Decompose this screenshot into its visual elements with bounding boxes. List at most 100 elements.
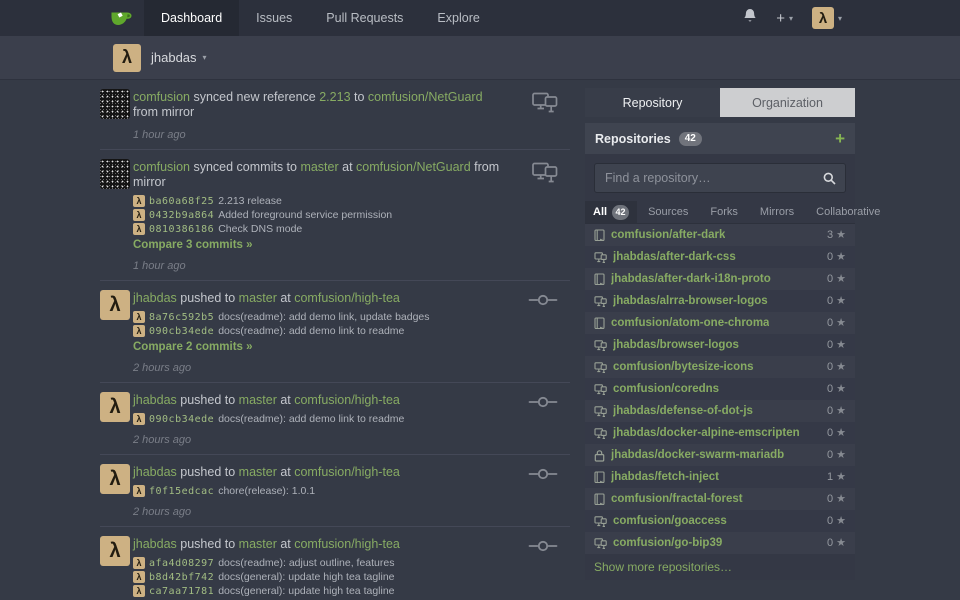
- repo-name-link[interactable]: jhabdas/fetch-inject: [611, 471, 719, 483]
- feed-link[interactable]: comfusion/NetGuard: [368, 90, 483, 104]
- repo-row[interactable]: jhabdas/after-dark-i18n-proto0★: [585, 268, 855, 290]
- feed-link[interactable]: master: [239, 537, 277, 551]
- compare-commits-link[interactable]: Compare 3 commits »: [133, 239, 506, 251]
- repo-row[interactable]: jhabdas/defense-of-dot-js0★: [585, 400, 855, 422]
- repo-name-link[interactable]: comfusion/go-bip39: [613, 537, 722, 549]
- repo-star-count: 0★: [827, 251, 846, 263]
- commit-hash[interactable]: ca7aa71781: [149, 586, 214, 597]
- star-icon: ★: [836, 428, 846, 439]
- repo-row[interactable]: comfusion/bytesize-icons0★: [585, 356, 855, 378]
- feed-link[interactable]: 2.213: [319, 90, 350, 104]
- repo-name-link[interactable]: comfusion/bytesize-icons: [613, 361, 754, 373]
- compare-commits-link[interactable]: Compare 2 commits »: [133, 341, 506, 353]
- repo-row[interactable]: comfusion/after-dark3★: [585, 224, 855, 246]
- repo-row[interactable]: jhabdas/docker-swarm-mariadb0★: [585, 444, 855, 466]
- feed-link[interactable]: comfusion/high-tea: [294, 537, 400, 551]
- repo-row[interactable]: comfusion/fractal-forest0★: [585, 488, 855, 510]
- commit-hash[interactable]: 090cb34ede: [149, 326, 214, 337]
- new-menu-button[interactable]: + ▾: [776, 11, 793, 26]
- repo-name-link[interactable]: jhabdas/alrra-browser-logos: [613, 295, 768, 307]
- actor-avatar[interactable]: λ: [100, 392, 130, 422]
- actor-avatar[interactable]: λ: [100, 464, 130, 494]
- repo-name-link[interactable]: comfusion/coredns: [613, 383, 719, 395]
- feed-body: comfusion synced commits to master at co…: [133, 158, 506, 272]
- repo-row[interactable]: jhabdas/alrra-browser-logos0★: [585, 290, 855, 312]
- nav-item-explore[interactable]: Explore: [420, 0, 496, 36]
- content: comfusion synced new reference 2.213 to …: [0, 80, 960, 599]
- feed-link[interactable]: jhabdas: [133, 393, 177, 407]
- repo-row[interactable]: jhabdas/after-dark-css 0★: [585, 246, 855, 268]
- context-username[interactable]: jhabdas: [151, 50, 197, 65]
- show-more-link[interactable]: Show more repositories…: [585, 554, 855, 580]
- actor-avatar[interactable]: [100, 159, 130, 189]
- repo-name-link[interactable]: comfusion/fractal-forest: [611, 493, 743, 505]
- feed-link[interactable]: master: [239, 465, 277, 479]
- new-repo-button[interactable]: +: [835, 130, 845, 147]
- repo-name-link[interactable]: jhabdas/after-dark-css: [613, 251, 736, 263]
- commit-hash[interactable]: b8d42bf742: [149, 572, 214, 583]
- context-bar: λ jhabdas ▾: [0, 36, 960, 80]
- repo-name-link[interactable]: comfusion/goaccess: [613, 515, 727, 527]
- feed-link[interactable]: jhabdas: [133, 465, 177, 479]
- repo-row[interactable]: comfusion/atom-one-chroma0★: [585, 312, 855, 334]
- filter-sources[interactable]: Sources: [637, 201, 699, 223]
- repo-name-link[interactable]: jhabdas/docker-alpine-emscripten: [613, 427, 800, 439]
- actor-avatar[interactable]: [100, 89, 130, 119]
- repo-name-link[interactable]: comfusion/after-dark: [611, 229, 725, 241]
- repo-name-link[interactable]: jhabdas/defense-of-dot-js: [613, 405, 753, 417]
- filter-collaborative[interactable]: Collaborative: [805, 201, 891, 223]
- repo-row[interactable]: comfusion/go-bip390★: [585, 532, 855, 554]
- chevron-down-icon[interactable]: ▾: [203, 53, 207, 62]
- star-count-value: 0: [827, 273, 833, 285]
- actor-avatar[interactable]: λ: [100, 290, 130, 320]
- repo-row[interactable]: jhabdas/browser-logos0★: [585, 334, 855, 356]
- feed-link[interactable]: comfusion: [133, 90, 190, 104]
- repo-name-link[interactable]: jhabdas/docker-swarm-mariadb: [611, 449, 784, 461]
- filter-forks[interactable]: Forks: [699, 201, 749, 223]
- commit-hash[interactable]: 0810386186: [149, 224, 214, 235]
- feed-text: pushed to: [177, 393, 239, 407]
- repo-book-icon: [594, 273, 605, 286]
- commit-hash[interactable]: afa4d08297: [149, 558, 214, 569]
- feed-link[interactable]: master: [239, 291, 277, 305]
- commit-list: λba60a68f252.213 releaseλ0432b9a864Added…: [133, 195, 506, 235]
- feed-link[interactable]: comfusion/NetGuard: [356, 160, 471, 174]
- feed-text: pushed to: [177, 291, 239, 305]
- commit-hash[interactable]: 8a76c592b5: [149, 312, 214, 323]
- feed-link[interactable]: comfusion/high-tea: [294, 393, 400, 407]
- feed-link[interactable]: jhabdas: [133, 291, 177, 305]
- feed-item: comfusion synced new reference 2.213 to …: [100, 80, 570, 150]
- commit-list: λ090cb34ededocs(readme): add demo link t…: [133, 413, 506, 425]
- commit-message: docs(general): update high tea tagline: [218, 571, 394, 583]
- repo-row[interactable]: comfusion/coredns0★: [585, 378, 855, 400]
- commit-hash[interactable]: 090cb34ede: [149, 414, 214, 425]
- filter-mirrors[interactable]: Mirrors: [749, 201, 805, 223]
- feed-link[interactable]: jhabdas: [133, 537, 177, 551]
- feed-link[interactable]: comfusion/high-tea: [294, 291, 400, 305]
- repo-name-link[interactable]: jhabdas/browser-logos: [613, 339, 739, 351]
- repo-name-link[interactable]: comfusion/atom-one-chroma: [611, 317, 769, 329]
- filter-all[interactable]: All42: [585, 201, 637, 223]
- feed-link[interactable]: comfusion: [133, 160, 190, 174]
- nav-item-dashboard[interactable]: Dashboard: [144, 0, 239, 36]
- repo-row[interactable]: jhabdas/docker-alpine-emscripten0★: [585, 422, 855, 444]
- actor-avatar[interactable]: λ: [100, 536, 130, 566]
- feed-timestamp: 1 hour ago: [133, 260, 506, 272]
- tab-repository[interactable]: Repository: [585, 88, 720, 117]
- notifications-button[interactable]: [743, 8, 757, 28]
- repo-row[interactable]: jhabdas/fetch-inject1★: [585, 466, 855, 488]
- feed-link[interactable]: master: [239, 393, 277, 407]
- commit-hash[interactable]: ba60a68f25: [149, 196, 214, 207]
- commit-hash[interactable]: f0f15edcac: [149, 486, 214, 497]
- nav-item-pull-requests[interactable]: Pull Requests: [309, 0, 420, 36]
- tab-organization[interactable]: Organization: [720, 88, 855, 117]
- feed-link[interactable]: master: [300, 160, 338, 174]
- repo-row[interactable]: comfusion/goaccess0★: [585, 510, 855, 532]
- user-menu-button[interactable]: λ ▾: [812, 7, 842, 29]
- repo-search-input[interactable]: [594, 163, 846, 193]
- feed-link[interactable]: comfusion/high-tea: [294, 465, 400, 479]
- gitea-logo-icon[interactable]: [98, 0, 144, 36]
- commit-hash[interactable]: 0432b9a864: [149, 210, 214, 221]
- nav-item-issues[interactable]: Issues: [239, 0, 309, 36]
- repo-name-link[interactable]: jhabdas/after-dark-i18n-proto: [611, 273, 771, 285]
